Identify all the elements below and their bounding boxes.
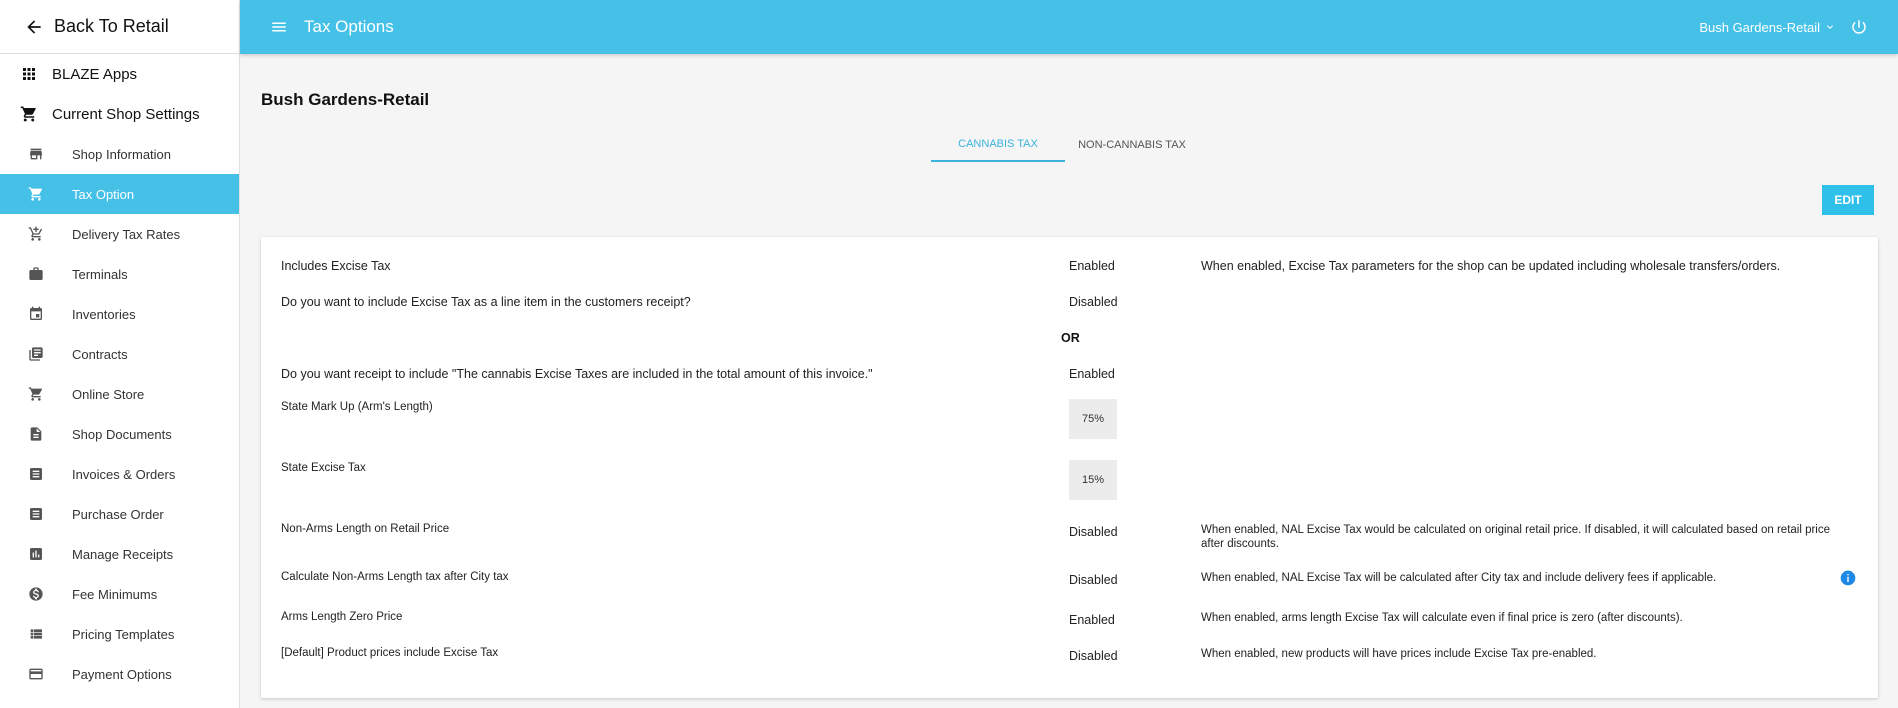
setting-label: Includes Excise Tax [281, 259, 391, 273]
main-content: Bush Gardens-Retail CANNABIS TAX NON-CAN… [240, 54, 1898, 708]
sidebar-item-label: Purchase Order [72, 506, 164, 522]
sidebar-item-label: Pricing Templates [72, 626, 175, 642]
back-to-retail-link[interactable]: Back To Retail [0, 0, 239, 54]
sidebar-item-shop-documents[interactable]: Shop Documents [0, 414, 239, 454]
sidebar-item-label: Fee Minimums [72, 586, 158, 602]
shop-title: Bush Gardens-Retail [261, 90, 430, 109]
excise-value-box: 15% [1069, 460, 1117, 500]
sidebar-item-online-store[interactable]: Online Store [0, 374, 239, 414]
sidebar-item-invoices-orders[interactable]: Invoices & Orders [0, 454, 239, 494]
store-icon [30, 148, 42, 160]
cart-icon [28, 387, 42, 401]
briefcase-icon [29, 267, 43, 280]
setting-description: When enabled, Excise Tax parameters for … [1201, 259, 1781, 273]
setting-value: Disabled [1069, 649, 1118, 663]
setting-value: Disabled [1069, 525, 1118, 539]
menu-icon[interactable] [270, 18, 288, 36]
sidebar-item-label: Shop Information [72, 146, 172, 162]
power-icon[interactable] [1850, 18, 1868, 36]
tab-non-cannabis-tax[interactable]: NON-CANNABIS TAX [1065, 128, 1199, 162]
arrow-left-icon [27, 19, 41, 34]
setting-description: When enabled, arms length Excise Tax wil… [1201, 612, 1683, 624]
tab-cannabis-tax[interactable]: CANNABIS TAX [931, 128, 1065, 162]
library-icon [29, 347, 43, 361]
setting-label: Do you want receipt to include "The cann… [281, 367, 873, 381]
setting-value: Disabled [1069, 295, 1118, 309]
edit-button[interactable]: EDIT [1822, 185, 1874, 215]
setting-label: [Default] Product prices include Excise … [281, 647, 499, 659]
sidebar-item-manage-receipts[interactable]: Manage Receipts [0, 534, 239, 574]
setting-description: When enabled, NAL Excise Tax will be cal… [1201, 572, 1717, 584]
sidebar-item-label: Tax Option [72, 186, 135, 202]
setting-value: Disabled [1069, 573, 1118, 587]
setting-value: Enabled [1069, 259, 1115, 273]
tax-tabs: CANNABIS TAX NON-CANNABIS TAX [931, 128, 1199, 162]
document-icon [30, 427, 42, 441]
sidebar: Back To Retail BLAZE Apps Current Shop S… [0, 0, 240, 708]
sidebar-item-tax-option[interactable]: Tax Option [0, 174, 239, 214]
list-icon [30, 468, 42, 480]
setting-label: Calculate Non-Arms Length tax after City… [281, 571, 509, 583]
setting-value: Enabled [1069, 367, 1115, 381]
setting-label: Do you want to include Excise Tax as a l… [281, 295, 691, 309]
sidebar-item-terminals[interactable]: Terminals [0, 254, 239, 294]
setting-label: State Excise Tax [281, 462, 366, 474]
list-icon [30, 508, 42, 520]
sidebar-item-purchase-order[interactable]: Purchase Order [0, 494, 239, 534]
sidebar-item-label: Payment Options [72, 666, 172, 682]
sidebar-item-fee-minimums[interactable]: Fee Minimums [0, 574, 239, 614]
sidebar-item-label: Online Store [72, 386, 145, 402]
sidebar-item-label: Manage Receipts [72, 546, 174, 562]
setting-description: When enabled, new products will have pri… [1201, 648, 1597, 660]
sidebar-section-blaze-apps[interactable]: BLAZE Apps [0, 54, 239, 94]
info-icon[interactable] [1840, 570, 1856, 586]
sidebar-item-label: Shop Documents [72, 426, 172, 442]
sidebar-item-label: Invoices & Orders [72, 466, 176, 482]
shop-selector-label: Bush Gardens-Retail [1699, 19, 1820, 35]
setting-value: Enabled [1069, 613, 1115, 627]
apps-grid-icon [23, 68, 35, 80]
sidebar-item-label: Inventories [72, 306, 136, 322]
sidebar-item-label: Delivery Tax Rates [72, 226, 181, 242]
sidebar-section-label: Current Shop Settings [52, 105, 200, 123]
sidebar-item-shop-information[interactable]: Shop Information [0, 134, 239, 174]
bar-chart-icon [30, 548, 42, 560]
sidebar-item-label: Terminals [72, 266, 128, 282]
setting-label: Arms Length Zero Price [281, 611, 403, 623]
or-label: OR [1061, 331, 1080, 345]
cart-plus-icon [28, 226, 43, 241]
back-to-retail-label: Back To Retail [54, 16, 169, 36]
sidebar-item-label: Contracts [72, 346, 128, 362]
cannabis-tax-card: Includes Excise Tax Enabled When enabled… [261, 237, 1878, 698]
setting-label: Non-Arms Length on Retail Price [281, 523, 450, 535]
view-list-icon [30, 629, 42, 639]
sidebar-section-current-shop-settings[interactable]: Current Shop Settings [0, 94, 239, 134]
setting-label: State Mark Up (Arm's Length) [281, 401, 433, 413]
sidebar-item-inventories[interactable]: Inventories [0, 294, 239, 334]
page-title: Tax Options [304, 17, 394, 36]
cart-icon [20, 106, 36, 122]
top-app-bar: Tax Options Bush Gardens-Retail [240, 0, 1898, 54]
sidebar-item-contracts[interactable]: Contracts [0, 334, 239, 374]
sidebar-section-label: BLAZE Apps [52, 65, 138, 83]
sidebar-item-payment-options[interactable]: Payment Options [0, 654, 239, 694]
shop-selector[interactable]: Bush Gardens-Retail [1699, 20, 1836, 35]
chevron-down-icon [1827, 25, 1833, 29]
cart-icon [28, 187, 42, 201]
dollar-icon [29, 587, 43, 601]
sidebar-item-pricing-templates[interactable]: Pricing Templates [0, 614, 239, 654]
markup-value-box: 75% [1069, 399, 1117, 439]
calendar-icon [30, 306, 42, 320]
credit-card-icon [29, 668, 43, 680]
sidebar-item-delivery-tax-rates[interactable]: Delivery Tax Rates [0, 214, 239, 254]
setting-description: When enabled, NAL Excise Tax would be ca… [1201, 524, 1831, 550]
